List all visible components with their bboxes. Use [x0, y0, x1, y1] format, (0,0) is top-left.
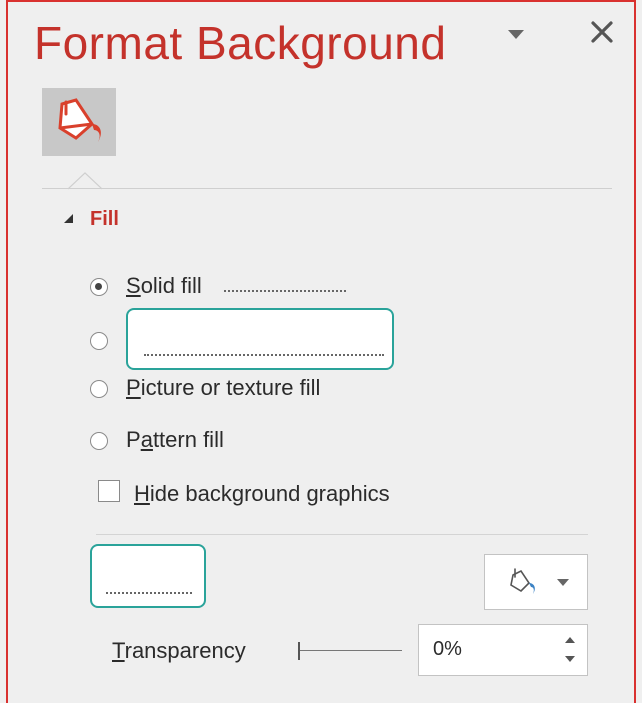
- solid-fill-radio[interactable]: [90, 278, 108, 296]
- picture-texture-fill-label[interactable]: Picture or texture fill: [126, 375, 320, 401]
- spin-up-icon[interactable]: [565, 637, 575, 643]
- fill-tab[interactable]: [42, 88, 116, 156]
- fill-section-title[interactable]: Fill: [90, 208, 119, 231]
- chevron-down-icon[interactable]: [557, 579, 569, 586]
- close-button[interactable]: [582, 12, 622, 52]
- tab-divider: [42, 188, 612, 189]
- pattern-fill-radio[interactable]: [90, 432, 108, 450]
- picture-texture-fill-radio[interactable]: [90, 380, 108, 398]
- transparency-slider-track[interactable]: [300, 650, 402, 651]
- fill-color-button[interactable]: [484, 554, 588, 610]
- redaction-dots: [224, 290, 346, 292]
- section-divider: [96, 534, 588, 535]
- hide-background-graphics-checkbox[interactable]: [98, 480, 120, 502]
- transparency-label: Transparency: [112, 638, 246, 663]
- panel-title: Format Background: [34, 17, 447, 69]
- paint-bucket-icon: [58, 98, 101, 142]
- paint-bucket-icon: [510, 568, 535, 594]
- format-background-pane: Format Background Fill Solid fill Pictur…: [6, 0, 636, 703]
- pattern-fill-label[interactable]: Pattern fill: [126, 427, 224, 453]
- collapse-caret-icon[interactable]: [64, 214, 73, 223]
- gradient-fill-radio[interactable]: [90, 332, 108, 350]
- answer-blank-box: [126, 308, 394, 370]
- hide-background-graphics-label[interactable]: Hide background graphics: [134, 481, 390, 507]
- solid-fill-label[interactable]: Solid fill: [126, 273, 202, 299]
- transparency-slider-thumb[interactable]: [298, 642, 300, 660]
- spin-down-icon[interactable]: [565, 656, 575, 662]
- close-icon: [591, 21, 613, 43]
- transparency-value[interactable]: 0%: [433, 638, 462, 661]
- transparency-spinbox[interactable]: 0%: [418, 624, 588, 676]
- color-label-blank-box: [90, 544, 206, 608]
- task-pane-options-dropdown-icon[interactable]: [508, 30, 524, 39]
